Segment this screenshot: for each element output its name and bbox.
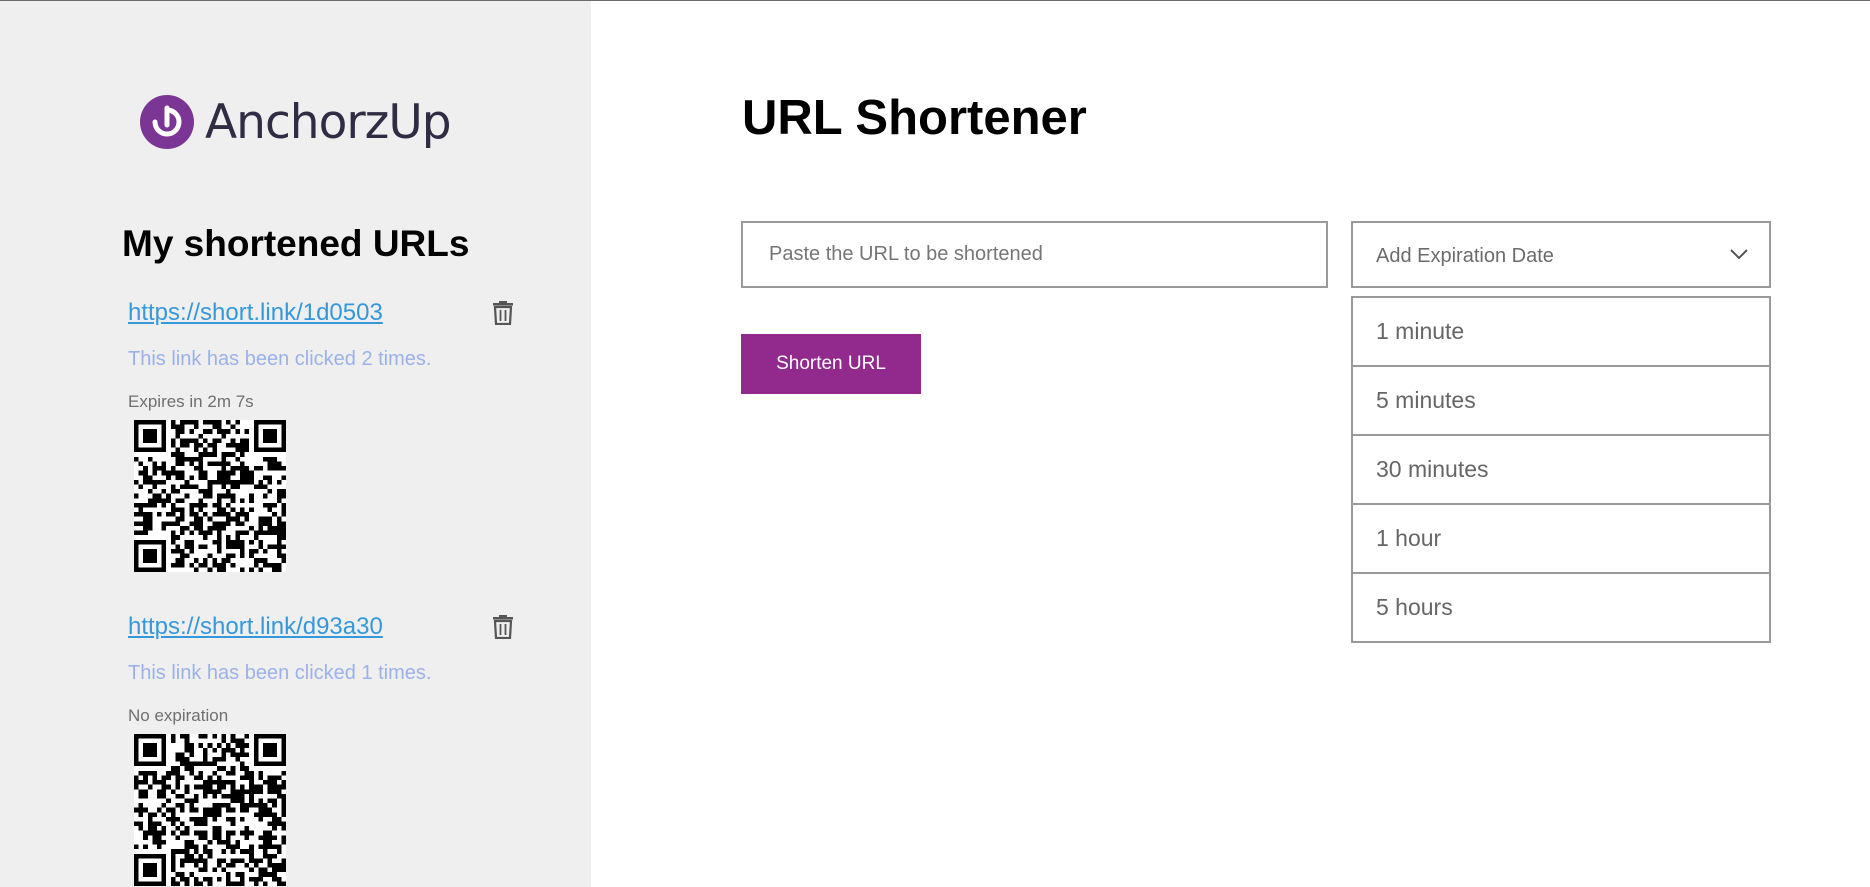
anchor-logo-icon — [140, 95, 194, 149]
sidebar: AnchorzUp My shortened URLs https://shor… — [0, 1, 591, 887]
short-link[interactable]: https://short.link/d93a30 — [128, 613, 383, 641]
expiration-option[interactable]: 1 minute — [1353, 298, 1769, 367]
page-title: URL Shortener — [742, 91, 1087, 145]
expiry-status: Expires in 2m 7s — [128, 392, 254, 411]
expiration-select-label: Add Expiration Date — [1376, 245, 1554, 267]
qr-code — [134, 734, 286, 886]
url-input[interactable] — [741, 221, 1328, 288]
expiration-option[interactable]: 5 minutes — [1353, 367, 1769, 436]
expiration-select[interactable]: Add Expiration Date — [1351, 221, 1771, 288]
qr-code — [134, 420, 286, 572]
short-link-card: https://short.link/d93a30 This link has … — [128, 613, 528, 887]
expiry-status: No expiration — [128, 706, 229, 725]
shorten-url-button[interactable]: Shorten URL — [741, 334, 921, 394]
expiration-options: 1 minute 5 minutes 30 minutes 1 hour 5 h… — [1351, 296, 1771, 643]
expiration-option[interactable]: 1 hour — [1353, 505, 1769, 574]
chevron-down-icon — [1730, 249, 1748, 260]
expiration-option[interactable]: 5 hours — [1353, 574, 1769, 643]
click-count: This link has been clicked 1 times. — [128, 662, 432, 684]
trash-icon[interactable] — [491, 299, 515, 325]
trash-icon[interactable] — [491, 613, 515, 639]
logo: AnchorzUp — [140, 94, 452, 150]
click-count: This link has been clicked 2 times. — [128, 348, 432, 370]
short-link-card: https://short.link/1d0503 This link has … — [128, 299, 528, 579]
expiration-option[interactable]: 30 minutes — [1353, 436, 1769, 505]
logo-text: AnchorzUp — [205, 94, 452, 150]
sidebar-title: My shortened URLs — [122, 223, 470, 264]
short-link[interactable]: https://short.link/1d0503 — [128, 299, 383, 327]
